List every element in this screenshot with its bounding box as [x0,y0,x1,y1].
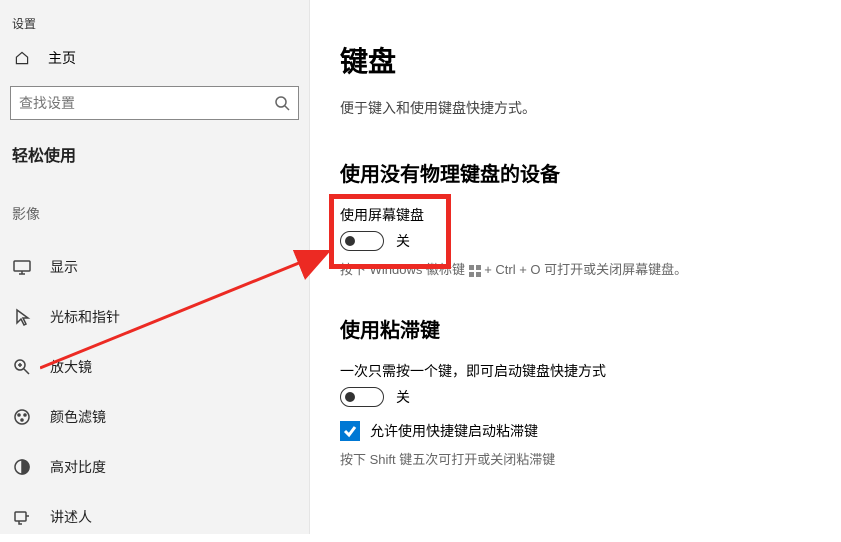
sticky-keys-toggle[interactable] [340,387,384,407]
window-title: 设置 [0,15,309,38]
sidebar: 设置 主页 轻松使用 影像 显示 [0,0,310,534]
sidebar-item-magnifier[interactable]: 放大镜 [0,342,309,392]
sticky-keys-shortcut-label: 允许使用快捷键启动粘滞键 [370,421,538,441]
sidebar-item-cursor[interactable]: 光标和指针 [0,292,309,342]
section-heading-sticky: 使用粘滞键 [340,314,811,343]
sidebar-item-label: 光标和指针 [50,307,120,327]
page-title: 键盘 [340,40,811,80]
sticky-keys-shortcut-checkbox[interactable] [340,421,360,441]
sidebar-item-label: 颜色滤镜 [50,407,106,427]
sidebar-item-label: 放大镜 [50,357,92,377]
section-label: 影像 [0,196,309,242]
section-heading-device: 使用没有物理键盘的设备 [340,158,811,187]
sidebar-item-colorfilter[interactable]: 颜色滤镜 [0,392,309,442]
page-description: 便于键入和使用键盘快捷方式。 [340,98,811,118]
monitor-icon [12,257,32,277]
sidebar-item-highcontrast[interactable]: 高对比度 [0,442,309,492]
category-title: 轻松使用 [0,132,309,196]
home-icon [12,48,32,68]
sidebar-item-label: 显示 [50,257,78,277]
search-box[interactable] [10,86,299,120]
palette-icon [12,407,32,427]
search-icon [274,95,290,111]
search-input[interactable] [19,95,274,111]
narrator-icon [12,507,32,527]
home-link[interactable]: 主页 [0,38,309,78]
onscreen-keyboard-label: 使用屏幕键盘 [340,205,811,225]
sidebar-item-display[interactable]: 显示 [0,242,309,292]
windows-key-icon [469,265,481,277]
sticky-keys-hint: 按下 Shift 键五次可打开或关闭粘滞键 [340,449,811,468]
onscreen-keyboard-toggle[interactable] [340,231,384,251]
sidebar-item-label: 高对比度 [50,457,106,477]
sticky-keys-state: 关 [396,387,410,407]
home-label: 主页 [48,48,76,68]
sticky-keys-label: 一次只需按一个键，即可启动键盘快捷方式 [340,361,811,381]
onscreen-keyboard-state: 关 [396,231,410,251]
onscreen-keyboard-hint: 按下 Windows 徽标键 + Ctrl + O 可打开或关闭屏幕键盘。 [340,259,811,278]
sidebar-item-narrator[interactable]: 讲述人 [0,492,309,542]
main-content: 键盘 便于键入和使用键盘快捷方式。 使用没有物理键盘的设备 使用屏幕键盘 关 按… [310,0,841,534]
contrast-icon [12,457,32,477]
magnifier-icon [12,357,32,377]
cursor-icon [12,307,32,327]
sidebar-item-label: 讲述人 [50,507,92,527]
